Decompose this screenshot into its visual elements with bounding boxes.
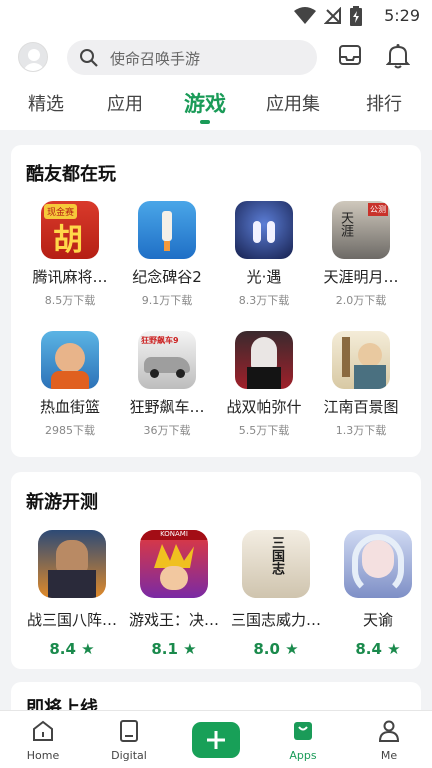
app-name: 纪念碑谷2 bbox=[132, 268, 202, 286]
app-item[interactable]: 战三国八阵… 8.4 ★ bbox=[21, 530, 123, 658]
app-icon-glyph: 狂野飙车9 bbox=[141, 336, 179, 345]
section-title: 酷友都在玩 bbox=[26, 164, 116, 185]
friends-playing-card: 酷友都在玩 现金赛 胡 腾讯麻将… 8.5万下载 纪念碑谷2 9.1万下载 光·… bbox=[11, 145, 421, 457]
nav-apps[interactable]: Apps bbox=[268, 719, 338, 762]
app-item[interactable]: 狂野飙车9 狂野飙车… 36万下载 bbox=[118, 331, 216, 438]
category-tabs: 精选 应用 游戏 应用集 排行 bbox=[0, 90, 432, 130]
app-item[interactable]: 江南百景图 1.3万下载 bbox=[312, 331, 410, 438]
app-downloads: 1.3万下载 bbox=[335, 424, 387, 437]
app-item[interactable]: 纪念碑谷2 9.1万下载 bbox=[118, 201, 216, 308]
app-name: 战双帕弥什 bbox=[226, 398, 302, 416]
nav-home[interactable]: Home bbox=[8, 719, 78, 762]
app-name: 天涯明月… bbox=[323, 268, 399, 286]
status-icons bbox=[294, 6, 362, 26]
app-name: 光·遇 bbox=[246, 268, 282, 286]
app-icon bbox=[138, 201, 196, 259]
app-icon bbox=[344, 530, 412, 598]
add-button[interactable] bbox=[192, 722, 240, 758]
nav-digital[interactable]: Digital bbox=[94, 719, 164, 762]
app-name: 战三国八阵… bbox=[26, 611, 117, 629]
app-icon bbox=[235, 201, 293, 259]
nav-label: Apps bbox=[289, 749, 317, 762]
app-downloads: 5.5万下载 bbox=[238, 424, 290, 437]
app-downloads: 8.3万下载 bbox=[238, 294, 290, 307]
device-icon bbox=[120, 720, 138, 742]
tab-indicator bbox=[200, 120, 210, 124]
app-icon-glyph: 天涯 bbox=[338, 211, 353, 237]
bottom-nav: Home Digital Apps Me bbox=[0, 710, 432, 768]
status-time: 5:29 bbox=[384, 6, 420, 25]
person-icon bbox=[378, 720, 400, 742]
no-signal-icon bbox=[324, 7, 341, 24]
app-icon bbox=[41, 331, 99, 389]
search-icon bbox=[80, 49, 98, 67]
bell-icon[interactable] bbox=[386, 43, 410, 69]
app-icon: 现金赛 胡 bbox=[41, 201, 99, 259]
tab-apps[interactable]: 应用 bbox=[107, 90, 143, 116]
app-icon-glyph: 三国志 bbox=[269, 536, 284, 575]
app-name: 天谕 bbox=[362, 611, 393, 629]
nav-label: Home bbox=[26, 749, 60, 762]
app-item[interactable]: 天谕 8.4 ★ bbox=[327, 530, 429, 658]
app-rating: 8.4 ★ bbox=[49, 640, 95, 658]
battery-charging-icon bbox=[350, 6, 362, 26]
app-name: 游戏王：决… bbox=[128, 611, 219, 629]
tab-rankings[interactable]: 排行 bbox=[366, 90, 402, 116]
section-title: 新游开测 bbox=[26, 492, 98, 513]
app-item[interactable]: 光·遇 8.3万下载 bbox=[215, 201, 313, 308]
app-name: 热血街篮 bbox=[39, 398, 100, 416]
app-rating: 8.4 ★ bbox=[355, 640, 401, 658]
wifi-icon bbox=[294, 7, 316, 24]
apps-bag-icon bbox=[294, 722, 312, 740]
app-icon-glyph: KONAMI bbox=[140, 530, 208, 540]
app-downloads: 8.5万下载 bbox=[44, 294, 96, 307]
tab-app-collections[interactable]: 应用集 bbox=[266, 90, 320, 116]
app-item[interactable]: KONAMI 游戏王：决… 8.1 ★ bbox=[123, 530, 225, 658]
app-icon bbox=[332, 331, 390, 389]
app-downloads: 9.1万下载 bbox=[141, 294, 193, 307]
app-name: 腾讯麻将… bbox=[32, 268, 108, 286]
app-downloads: 2985下载 bbox=[45, 424, 95, 437]
tab-games[interactable]: 游戏 bbox=[184, 88, 226, 118]
status-bar: 5:29 bbox=[0, 0, 432, 34]
app-rating: 8.0 ★ bbox=[253, 640, 299, 658]
app-icon bbox=[38, 530, 106, 598]
app-icon-badge: 公测 bbox=[368, 203, 388, 216]
app-rating: 8.1 ★ bbox=[151, 640, 197, 658]
nav-me[interactable]: Me bbox=[354, 719, 424, 762]
tab-featured[interactable]: 精选 bbox=[28, 90, 64, 116]
search-bar[interactable]: 使命召唤手游 bbox=[67, 40, 317, 75]
inbox-icon[interactable] bbox=[338, 43, 362, 67]
app-item[interactable]: 公测 天涯 天涯明月… 2.0万下载 bbox=[312, 201, 410, 308]
app-name: 三国志威力… bbox=[230, 611, 321, 629]
plus-icon bbox=[207, 731, 225, 749]
app-item[interactable]: 热血街篮 2985下载 bbox=[21, 331, 119, 438]
header: 使命召唤手游 精选 应用 游戏 应用集 排行 bbox=[0, 34, 432, 130]
app-downloads: 2.0万下载 bbox=[335, 294, 387, 307]
app-name: 狂野飙车… bbox=[129, 398, 205, 416]
app-item[interactable]: 现金赛 胡 腾讯麻将… 8.5万下载 bbox=[21, 201, 119, 308]
new-tests-card: 新游开测 战三国八阵… 8.4 ★ KONAMI 游戏王：决… 8.1 ★ 三国… bbox=[11, 472, 421, 669]
nav-label: Digital bbox=[111, 749, 147, 762]
app-icon: 公测 天涯 bbox=[332, 201, 390, 259]
home-icon bbox=[33, 720, 53, 741]
app-icon: KONAMI bbox=[140, 530, 208, 598]
app-downloads: 36万下载 bbox=[143, 424, 191, 437]
app-icon: 三国志 bbox=[242, 530, 310, 598]
app-item[interactable]: 三国志 三国志威力… 8.0 ★ bbox=[225, 530, 327, 658]
app-icon-glyph: 胡 bbox=[53, 223, 83, 258]
app-item[interactable]: 战双帕弥什 5.5万下载 bbox=[215, 331, 313, 438]
app-icon bbox=[235, 331, 293, 389]
app-icon: 狂野飙车9 bbox=[138, 331, 196, 389]
search-placeholder: 使命召唤手游 bbox=[110, 50, 201, 68]
avatar[interactable] bbox=[18, 42, 48, 72]
nav-label: Me bbox=[380, 749, 398, 762]
app-name: 江南百景图 bbox=[323, 398, 399, 416]
